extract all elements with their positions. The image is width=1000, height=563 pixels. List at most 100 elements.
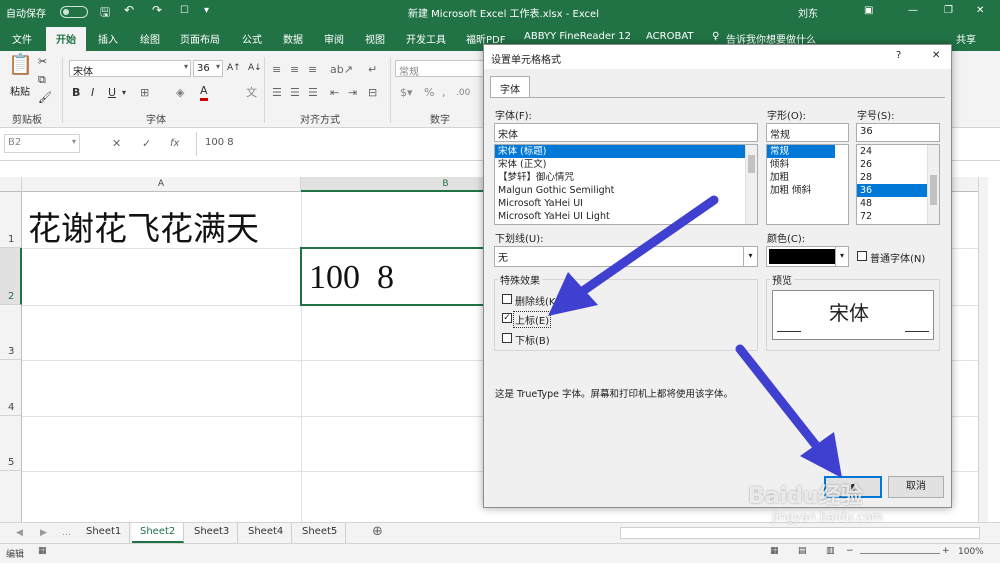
- superscript-checkbox[interactable]: ✓: [502, 313, 512, 323]
- list-item[interactable]: 加粗 倾斜: [767, 184, 848, 197]
- align-top-icon[interactable]: ≡: [272, 63, 281, 77]
- align-right-icon[interactable]: ☰: [308, 86, 318, 100]
- wrap-text-icon[interactable]: ↵: [368, 63, 377, 77]
- list-item[interactable]: 倾斜: [767, 158, 848, 171]
- superscript-label[interactable]: 上标(E): [513, 311, 552, 328]
- row-header-4[interactable]: 4: [0, 360, 22, 416]
- tab-page-layout[interactable]: 页面布局: [180, 31, 220, 46]
- style-input[interactable]: 常规: [766, 123, 849, 142]
- underline-button[interactable]: U: [108, 86, 116, 100]
- cut-icon[interactable]: ✂: [38, 55, 47, 69]
- confirm-entry-icon[interactable]: ✓: [142, 137, 151, 151]
- macro-record-icon[interactable]: ▦: [38, 546, 47, 556]
- horizontal-scrollbar[interactable]: [620, 527, 980, 539]
- italic-button[interactable]: I: [91, 86, 94, 100]
- scroll-right-icon[interactable]: ▶: [40, 526, 47, 540]
- orientation-icon[interactable]: ab↗: [330, 63, 353, 77]
- strikethrough-label[interactable]: 删除线(K): [515, 293, 559, 308]
- zoom-out-icon[interactable]: −: [846, 546, 854, 556]
- size-list[interactable]: 24 26 28 36 48 72: [856, 144, 940, 225]
- sheet-tab-2[interactable]: Sheet2: [132, 523, 185, 543]
- user-name[interactable]: 刘东: [798, 5, 818, 20]
- zoom-level[interactable]: 100%: [958, 547, 984, 557]
- font-list-scrollbar[interactable]: [745, 145, 757, 224]
- sheet-tab-3[interactable]: Sheet3: [186, 523, 239, 543]
- font-name-combo[interactable]: 宋体 ▾: [69, 60, 191, 77]
- qat-customize-icon[interactable]: ▾: [204, 5, 209, 16]
- fill-color-icon[interactable]: ◈: [176, 86, 184, 100]
- shrink-font-icon[interactable]: A↓: [248, 61, 262, 75]
- ribbon-options-icon[interactable]: ▣: [864, 5, 873, 16]
- normal-view-icon[interactable]: ▦: [770, 546, 779, 556]
- insert-function-icon[interactable]: fx: [170, 137, 179, 151]
- bold-button[interactable]: B: [72, 86, 80, 100]
- increase-indent-icon[interactable]: ⇥: [348, 86, 357, 100]
- dialog-close-button[interactable]: ✕: [932, 50, 940, 61]
- sheet-tab-4[interactable]: Sheet4: [240, 523, 293, 543]
- merge-center-icon[interactable]: ⊟: [368, 86, 377, 100]
- phonetic-icon[interactable]: 文: [246, 86, 257, 100]
- restore-icon[interactable]: ❐: [944, 5, 953, 16]
- page-layout-view-icon[interactable]: ▤: [798, 546, 807, 556]
- tab-developer[interactable]: 开发工具: [406, 31, 446, 46]
- touch-mode-icon[interactable]: ☐: [180, 5, 189, 16]
- row-header-3[interactable]: 3: [0, 305, 22, 360]
- tab-view[interactable]: 视图: [365, 31, 385, 46]
- color-picker[interactable]: ▾: [766, 246, 849, 267]
- list-item[interactable]: 常规: [767, 145, 835, 158]
- normal-font-checkbox[interactable]: [857, 251, 867, 261]
- redo-icon[interactable]: ↷: [152, 3, 162, 17]
- tab-review[interactable]: 审阅: [324, 31, 344, 46]
- paste-icon[interactable]: 📋: [8, 54, 33, 74]
- sheet-tab-1[interactable]: Sheet1: [78, 523, 131, 543]
- vertical-scrollbar[interactable]: [978, 177, 988, 522]
- close-window-icon[interactable]: ✕: [976, 5, 984, 16]
- underline-select[interactable]: 无 ▾: [494, 246, 758, 267]
- zoom-slider[interactable]: [860, 553, 940, 554]
- grow-font-icon[interactable]: A↑: [227, 61, 241, 75]
- row-header-2[interactable]: 2: [0, 248, 22, 305]
- scroll-left-icon[interactable]: ◀: [16, 526, 23, 540]
- copy-icon[interactable]: ⧉: [38, 73, 46, 87]
- comma-style-icon[interactable]: ,: [442, 86, 446, 100]
- undo-icon[interactable]: ↶: [124, 3, 134, 17]
- cancel-button[interactable]: 取消: [888, 476, 944, 498]
- list-item[interactable]: 36: [857, 184, 927, 197]
- more-sheets-icon[interactable]: …: [62, 526, 71, 540]
- list-item[interactable]: 宋体 (正文): [495, 158, 757, 171]
- normal-font-label[interactable]: 普通字体(N): [870, 250, 925, 265]
- align-bottom-icon[interactable]: ≡: [308, 63, 317, 77]
- chevron-down-icon[interactable]: ▾: [122, 86, 126, 100]
- column-header-a[interactable]: A: [22, 177, 301, 192]
- sheet-tab-5[interactable]: Sheet5: [294, 523, 347, 543]
- tab-data[interactable]: 数据: [283, 31, 303, 46]
- autosave-toggle[interactable]: [60, 6, 88, 18]
- size-list-scrollbar[interactable]: [927, 145, 939, 224]
- tab-insert[interactable]: 插入: [98, 31, 118, 46]
- font-size-combo[interactable]: 36 ▾: [193, 60, 223, 77]
- add-sheet-icon[interactable]: ⊕: [372, 525, 383, 539]
- list-item[interactable]: 宋体 (标题): [495, 145, 757, 158]
- tab-file[interactable]: 文件: [12, 31, 32, 46]
- row-header[interactable]: [0, 471, 22, 522]
- zoom-in-icon[interactable]: +: [942, 546, 950, 556]
- row-header-1[interactable]: 1: [0, 192, 22, 248]
- name-box[interactable]: B2 ▾: [4, 134, 80, 153]
- currency-icon[interactable]: $▾: [400, 86, 413, 100]
- subscript-label[interactable]: 下标(B): [515, 332, 550, 347]
- style-list[interactable]: 常规 倾斜 加粗 加粗 倾斜: [766, 144, 849, 225]
- tab-draw[interactable]: 绘图: [140, 31, 160, 46]
- save-icon[interactable]: 🖫: [100, 3, 110, 24]
- row-header-5[interactable]: 5: [0, 416, 22, 471]
- list-item[interactable]: Microsoft YaHei UI Light: [495, 210, 757, 223]
- size-input[interactable]: 36: [856, 123, 940, 142]
- list-item[interactable]: 加粗: [767, 171, 848, 184]
- borders-icon[interactable]: ⊞: [140, 86, 149, 100]
- subscript-checkbox[interactable]: [502, 333, 512, 343]
- tab-acrobat[interactable]: ACROBAT: [646, 31, 694, 42]
- tab-home[interactable]: 开始: [46, 27, 86, 51]
- decrease-indent-icon[interactable]: ⇤: [330, 86, 339, 100]
- list-item[interactable]: 【梦轩】御心情咒: [495, 171, 757, 184]
- minimize-icon[interactable]: —: [908, 5, 918, 16]
- cancel-entry-icon[interactable]: ✕: [112, 137, 121, 151]
